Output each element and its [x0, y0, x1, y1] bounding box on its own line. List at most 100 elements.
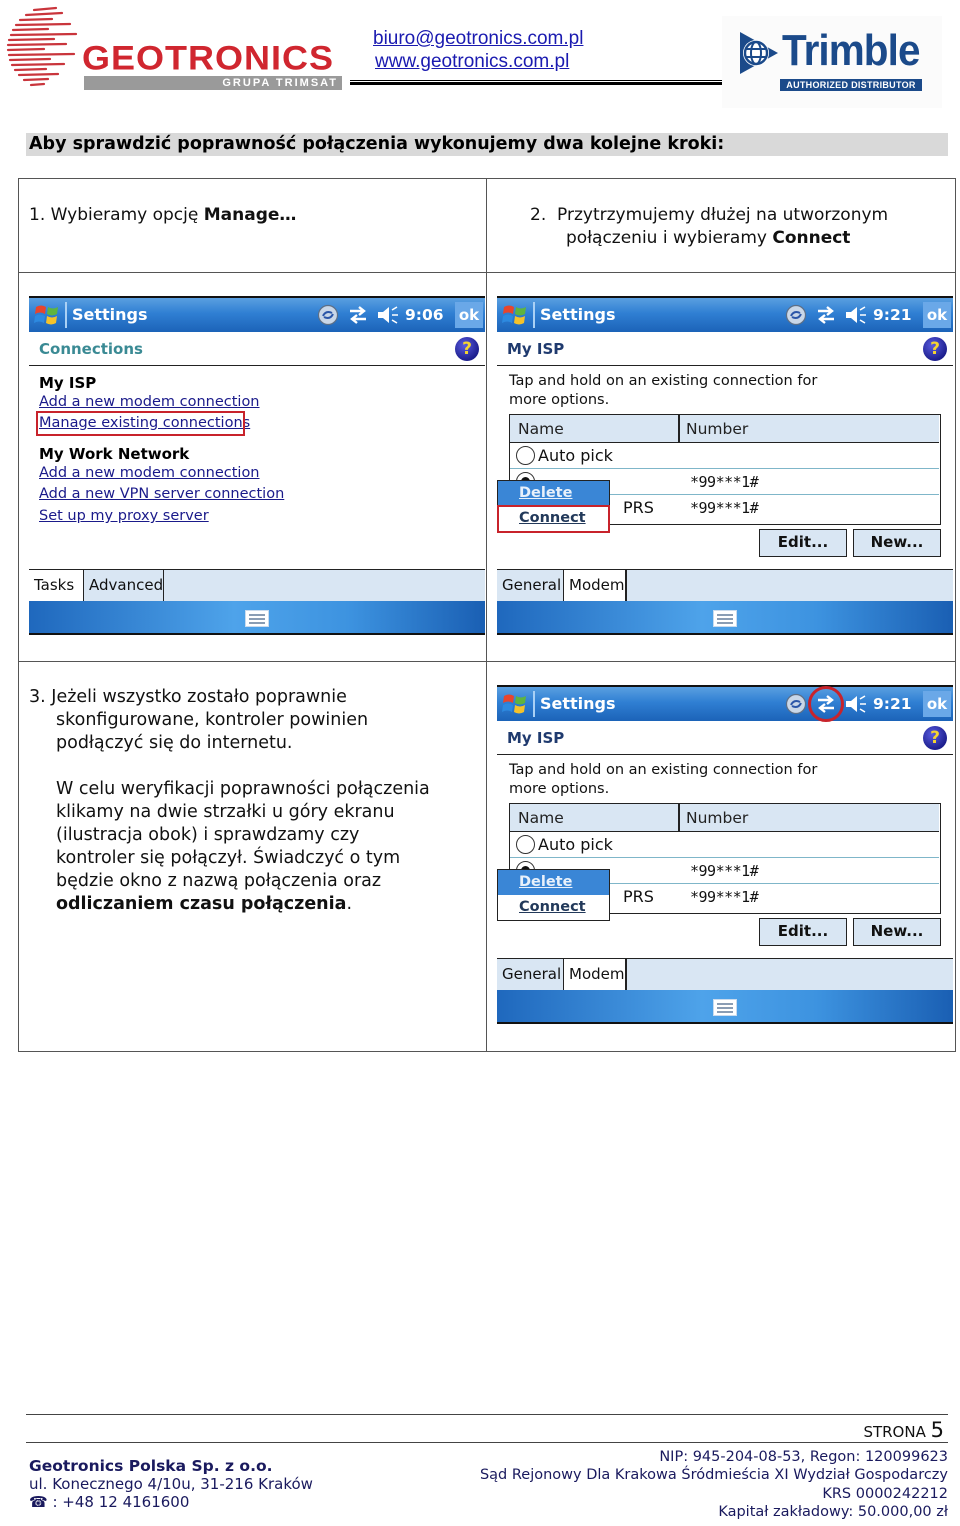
- column-header-number[interactable]: Number: [686, 417, 748, 441]
- title-separator: [65, 302, 67, 328]
- sync-icon[interactable]: [785, 304, 807, 326]
- page-number-value: 5: [930, 1418, 944, 1442]
- windows-start-icon[interactable]: [33, 302, 61, 328]
- ok-button[interactable]: ok: [455, 302, 483, 328]
- sync-icon[interactable]: [317, 304, 339, 326]
- new-button[interactable]: New...: [853, 918, 941, 946]
- tab-general[interactable]: General: [497, 570, 564, 601]
- subheader-title: My ISP: [507, 340, 565, 358]
- volume-muted-icon[interactable]: [376, 304, 400, 326]
- volume-muted-icon[interactable]: [844, 304, 868, 326]
- sync-icon[interactable]: [785, 693, 807, 715]
- link-add-vpn-connection[interactable]: Add a new VPN server connection: [39, 484, 284, 504]
- volume-muted-icon[interactable]: [844, 693, 868, 715]
- tab-modem[interactable]: Modem: [564, 959, 626, 990]
- table-row[interactable]: Auto pick: [510, 443, 939, 469]
- radio-button[interactable]: [516, 446, 535, 465]
- help-icon[interactable]: ?: [923, 337, 947, 361]
- footer-company-info: Geotronics Polska Sp. z o.o. ul. Koneczn…: [29, 1457, 313, 1511]
- step-2-line-1: Przytrzymujemy dłużej na utworzonym: [557, 205, 889, 225]
- subheader-title: Connections: [39, 340, 143, 358]
- contact-links: biuro@geotronics.com.pl www.geotronics.c…: [373, 27, 583, 73]
- ok-button[interactable]: ok: [923, 691, 951, 717]
- trimble-logo: Trimble AUTHORIZED DISTRIBUTOR: [722, 16, 942, 108]
- clock[interactable]: 9:21: [873, 692, 912, 716]
- nip-regon: NIP: 945-204-08-53, Regon: 120099623: [659, 1449, 948, 1465]
- window-title: Settings: [72, 305, 148, 324]
- trimble-wordmark: Trimble: [782, 26, 920, 75]
- column-header-number[interactable]: Number: [686, 806, 748, 830]
- row-number: *99***1#: [690, 862, 759, 880]
- tab-advanced[interactable]: Advanced: [83, 570, 164, 601]
- step-number: 2.: [530, 205, 547, 225]
- menu-item-delete[interactable]: Delete: [498, 870, 609, 895]
- table-header: Name Number: [510, 804, 939, 832]
- title-bar: Settings 9:21 ok: [497, 296, 953, 332]
- keyboard-icon[interactable]: [245, 610, 269, 627]
- section-my-isp: My ISP: [39, 374, 97, 392]
- title-bar: Settings 9:21 ok: [497, 685, 953, 722]
- column-header-name[interactable]: Name: [518, 806, 564, 830]
- step-1-text: 1. Wybieramy opcję Manage…: [29, 204, 296, 227]
- radio-button[interactable]: [516, 835, 535, 854]
- windows-start-icon[interactable]: [501, 691, 529, 717]
- clock[interactable]: 9:21: [873, 303, 912, 327]
- step-1-description: Wybieramy opcję: [50, 205, 204, 225]
- footer-divider-bottom: [26, 1442, 948, 1443]
- context-menu: Delete Connect: [497, 869, 610, 921]
- page-subheader: My ISP ?: [497, 721, 953, 755]
- keyboard-icon[interactable]: [713, 999, 737, 1016]
- edit-button[interactable]: Edit...: [759, 529, 847, 557]
- link-add-modem-connection[interactable]: Add a new modem connection: [39, 392, 260, 412]
- tab-tasks[interactable]: Tasks: [29, 570, 83, 601]
- company-phone: : +48 12 4161600: [52, 1493, 190, 1511]
- windows-start-icon[interactable]: [501, 302, 529, 328]
- step-number: 3.: [29, 687, 46, 707]
- help-icon[interactable]: ?: [455, 337, 479, 361]
- link-set-up-proxy[interactable]: Set up my proxy server: [39, 506, 209, 526]
- pda-screen-connections: Settings 9:06 ok Connections ? My ISP Ad…: [29, 296, 485, 641]
- menu-item-delete[interactable]: Delete: [498, 481, 609, 506]
- clock[interactable]: 9:06: [405, 303, 444, 327]
- tab-divider: [625, 959, 627, 990]
- pda-screen-my-isp: Settings 9:21 ok My ISP ? Tap and hold o…: [497, 296, 953, 641]
- step-3-punct: .: [346, 894, 353, 914]
- help-icon[interactable]: ?: [923, 726, 947, 750]
- email-link[interactable]: biuro@geotronics.com.pl: [373, 27, 583, 50]
- subheader-title: My ISP: [507, 729, 565, 747]
- tab-general[interactable]: General: [497, 959, 564, 990]
- step-3-line: klikamy na dwie strzałki u góry ekranu: [56, 802, 395, 822]
- column-divider: [678, 804, 680, 832]
- header-divider: [350, 80, 760, 85]
- tab-modem[interactable]: Modem: [564, 570, 626, 601]
- window-title: Settings: [540, 305, 616, 324]
- step-3-line: Jeżeli wszystko zostało poprawnie: [51, 687, 347, 707]
- tab-bar: General Modem: [497, 958, 953, 990]
- ok-button[interactable]: ok: [923, 302, 951, 328]
- connectivity-arrows-icon[interactable]: [814, 304, 838, 326]
- menu-bar: [497, 990, 953, 1024]
- instructions-line: more options.: [509, 392, 610, 408]
- keyboard-icon[interactable]: [713, 610, 737, 627]
- table-row-divider: [19, 661, 955, 662]
- menu-item-connect[interactable]: Connect: [498, 895, 609, 920]
- row-number: *99***1#: [690, 499, 759, 517]
- tab-bar: General Modem: [497, 569, 953, 601]
- edit-button[interactable]: Edit...: [759, 918, 847, 946]
- instructions-line: more options.: [509, 781, 610, 797]
- highlight-box: [36, 411, 245, 436]
- column-header-name[interactable]: Name: [518, 417, 564, 441]
- new-button[interactable]: New...: [853, 529, 941, 557]
- step-1-keyword: Manage…: [203, 205, 297, 225]
- step-2-line-2: połączeniu i wybieramy: [566, 228, 773, 248]
- website-link[interactable]: www.geotronics.com.pl: [373, 50, 583, 73]
- court-info: Sąd Rejonowy Dla Krakowa Śródmieścia XI …: [479, 1467, 948, 1484]
- step-number: 1.: [29, 205, 46, 225]
- table-row[interactable]: Auto pick: [510, 832, 939, 858]
- connectivity-arrows-icon[interactable]: [346, 304, 370, 326]
- step-2-text: 2. Przytrzymujemy dłużej na utworzonym p…: [530, 204, 888, 250]
- column-divider: [678, 415, 680, 443]
- step-3-text: 3. Jeżeli wszystko zostało poprawnie sko…: [29, 686, 430, 916]
- intro-heading: Aby sprawdzić poprawność połączenia wyko…: [26, 133, 948, 156]
- link-add-modem-connection-work[interactable]: Add a new modem connection: [39, 463, 260, 483]
